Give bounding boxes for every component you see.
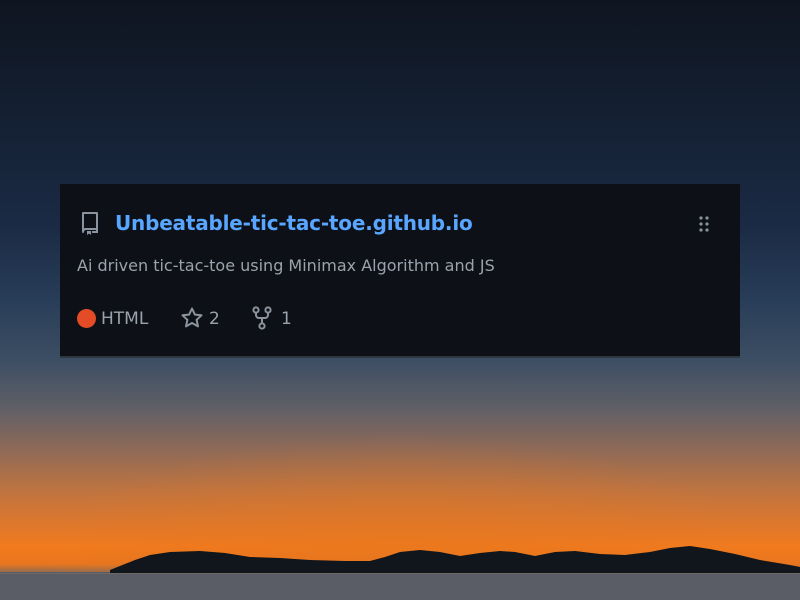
island-silhouette [0,546,800,600]
drag-handle-icon[interactable] [696,215,712,233]
fork-icon [252,306,272,330]
language-color-dot [77,309,96,328]
language-label: HTML [101,309,149,329]
star-icon [181,307,203,328]
star-count: 2 [209,309,220,329]
repo-name-link[interactable]: Unbeatable-tic-tac-toe.github.io [115,210,473,236]
fork-count: 1 [281,309,292,329]
repo-icon [82,212,98,235]
repo-description: Ai driven tic-tac-toe using Minimax Algo… [77,256,495,275]
